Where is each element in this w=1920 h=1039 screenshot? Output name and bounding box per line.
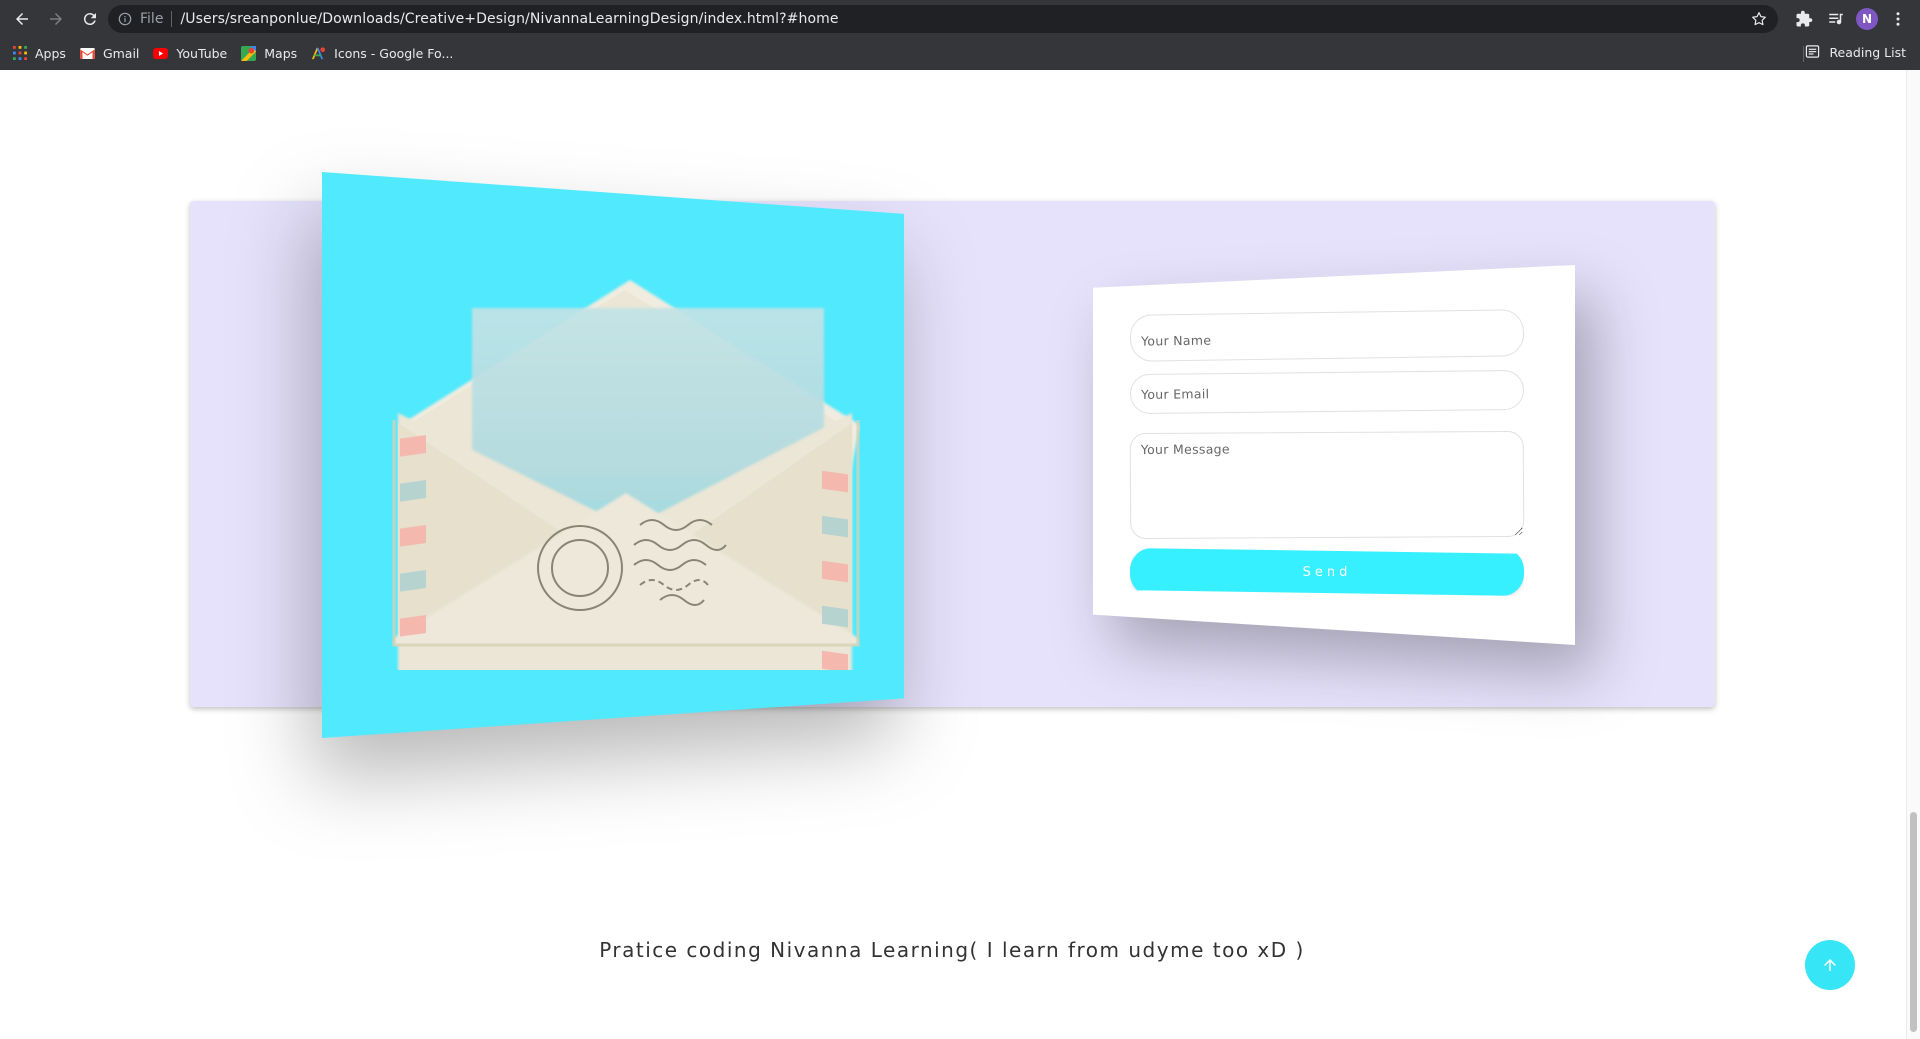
reload-button[interactable] bbox=[74, 3, 106, 35]
bookmark-apps[interactable]: Apps bbox=[12, 46, 66, 61]
address-bar[interactable]: File /Users/sreanponlue/Downloads/Creati… bbox=[108, 5, 1778, 33]
youtube-icon bbox=[153, 46, 169, 61]
bookmark-label: YouTube bbox=[176, 45, 228, 61]
bookmark-gmail[interactable]: Gmail bbox=[80, 46, 139, 61]
bookmark-maps[interactable]: Maps bbox=[241, 45, 298, 61]
info-icon[interactable] bbox=[118, 12, 132, 26]
bookmark-label: Icons - Google Fo... bbox=[334, 45, 454, 61]
arrow-left-icon bbox=[16, 13, 28, 25]
profile-avatar[interactable]: N bbox=[1856, 8, 1878, 30]
send-button[interactable]: Send bbox=[1130, 548, 1524, 596]
extensions-puzzle-icon[interactable] bbox=[1792, 7, 1816, 31]
media-queue-icon[interactable] bbox=[1824, 7, 1848, 31]
page-scrollbar[interactable] bbox=[1906, 70, 1920, 1039]
bookmark-label: Apps bbox=[35, 45, 66, 61]
footer-label: Pratice coding Nivanna Learning( I learn… bbox=[599, 938, 1305, 962]
name-input[interactable] bbox=[1129, 309, 1525, 362]
message-textarea[interactable] bbox=[1129, 430, 1525, 540]
envelope-illustration bbox=[392, 280, 860, 670]
browser-chrome: File /Users/sreanponlue/Downloads/Creati… bbox=[0, 0, 1920, 70]
bookmark-label: Maps bbox=[264, 45, 298, 61]
reading-list-label: Reading List bbox=[1829, 44, 1906, 60]
scroll-to-top-button[interactable] bbox=[1805, 940, 1855, 990]
forward-button[interactable] bbox=[40, 3, 72, 35]
url-scheme: File bbox=[140, 11, 173, 27]
toolbar-right: N bbox=[1792, 0, 1920, 38]
bookmarks-bar: Apps Gmail YouTube Maps Icons - Google F… bbox=[0, 40, 1920, 66]
browser-toolbar: File /Users/sreanponlue/Downloads/Creati… bbox=[0, 0, 1920, 38]
footer-text: Pratice coding Nivanna Learning( I learn… bbox=[0, 938, 1904, 962]
reading-list-icon bbox=[1805, 44, 1821, 60]
reload-icon bbox=[83, 13, 96, 26]
bookmark-separator bbox=[1803, 46, 1804, 62]
email-input[interactable] bbox=[1129, 369, 1525, 415]
bookmark-youtube[interactable]: YouTube bbox=[153, 46, 227, 61]
gmail-icon bbox=[80, 46, 95, 61]
more-vertical-icon[interactable] bbox=[1886, 7, 1910, 31]
url-text[interactable]: /Users/sreanponlue/Downloads/Creative+De… bbox=[180, 11, 838, 27]
arrow-up-icon bbox=[1824, 959, 1836, 971]
page-viewport: Send Pratice coding Nivanna Learning( I … bbox=[0, 70, 1920, 1039]
maps-icon bbox=[241, 45, 257, 61]
scrollbar-thumb[interactable] bbox=[1910, 812, 1917, 1032]
back-button[interactable] bbox=[6, 3, 38, 35]
bookmark-star-icon[interactable] bbox=[1750, 10, 1768, 28]
apps-grid-icon bbox=[12, 46, 27, 61]
google-fonts-icon bbox=[311, 46, 326, 61]
bookmark-label: Gmail bbox=[102, 45, 140, 61]
arrow-right-icon bbox=[50, 13, 62, 25]
bookmark-google-fonts[interactable]: Icons - Google Fo... bbox=[311, 46, 453, 61]
reading-list-button[interactable]: Reading List bbox=[1805, 44, 1906, 60]
